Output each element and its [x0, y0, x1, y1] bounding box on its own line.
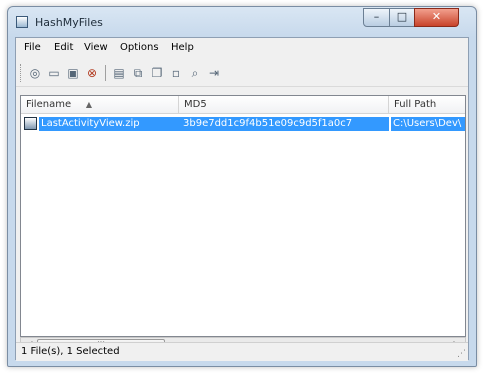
- find-icon[interactable]: ⌕: [186, 64, 204, 82]
- column-header-filename[interactable]: Filename ▲: [21, 96, 179, 114]
- menu-bar: File Edit View Options Help: [16, 38, 468, 58]
- window-title: HashMyFiles: [35, 16, 103, 29]
- open-folder-recursive-icon[interactable]: ▣: [64, 64, 82, 82]
- column-label: Filename: [26, 99, 72, 110]
- title-bar[interactable]: HashMyFiles – □ ✕: [8, 7, 476, 37]
- column-header-md5[interactable]: MD5: [179, 96, 389, 114]
- minimize-button[interactable]: –: [363, 8, 390, 27]
- table-row[interactable]: LastActivityView.zip 3b9e7dd1c9f4b51e09c…: [21, 116, 465, 132]
- copy-icon[interactable]: ⧉: [129, 64, 147, 82]
- copy-hashes-icon[interactable]: ❐: [148, 64, 166, 82]
- exit-icon[interactable]: ⇥: [205, 64, 223, 82]
- menu-help[interactable]: Help: [171, 42, 194, 53]
- save-icon[interactable]: ▤: [110, 64, 128, 82]
- menu-view[interactable]: View: [84, 42, 108, 53]
- maximize-button[interactable]: □: [389, 8, 415, 27]
- open-files-icon[interactable]: ◎: [26, 64, 44, 82]
- status-text: 1 File(s), 1 Selected: [21, 346, 120, 357]
- status-bar: 1 File(s), 1 Selected ⋰: [16, 342, 468, 361]
- column-header-full-path[interactable]: Full Path: [389, 96, 465, 114]
- menu-edit[interactable]: Edit: [54, 42, 73, 53]
- toolbar-grip[interactable]: [20, 64, 23, 82]
- cell-md5: 3b9e7dd1c9f4b51e09c9d5f1a0c7: [181, 117, 389, 131]
- app-window: HashMyFiles – □ ✕ File Edit View Options…: [7, 6, 477, 367]
- app-icon: [16, 16, 28, 28]
- open-folder-icon[interactable]: ▭: [45, 64, 63, 82]
- menu-file[interactable]: File: [24, 42, 41, 53]
- toolbar: ◎ ▭ ▣ ⊗ ▤ ⧉ ❐ ▫ ⌕ ⇥: [16, 60, 468, 87]
- client-area: File Edit View Options Help ◎ ▭ ▣ ⊗ ▤ ⧉ …: [15, 37, 469, 361]
- resize-grip-icon[interactable]: ⋰: [457, 349, 466, 359]
- properties-icon[interactable]: ▫: [167, 64, 185, 82]
- sort-up-icon: ▲: [85, 100, 92, 109]
- column-label: Full Path: [394, 99, 437, 110]
- cell-full-path: C:\Users\Dev\: [391, 117, 465, 131]
- cell-filename: LastActivityView.zip: [39, 117, 181, 131]
- menu-options[interactable]: Options: [120, 42, 159, 53]
- file-list[interactable]: Filename ▲ MD5 Full Path LastActivityVie…: [20, 95, 466, 337]
- remove-icon[interactable]: ⊗: [83, 64, 101, 82]
- close-button[interactable]: ✕: [414, 8, 459, 27]
- file-icon: [24, 117, 37, 130]
- column-label: MD5: [184, 99, 207, 110]
- toolbar-separator: [105, 65, 106, 81]
